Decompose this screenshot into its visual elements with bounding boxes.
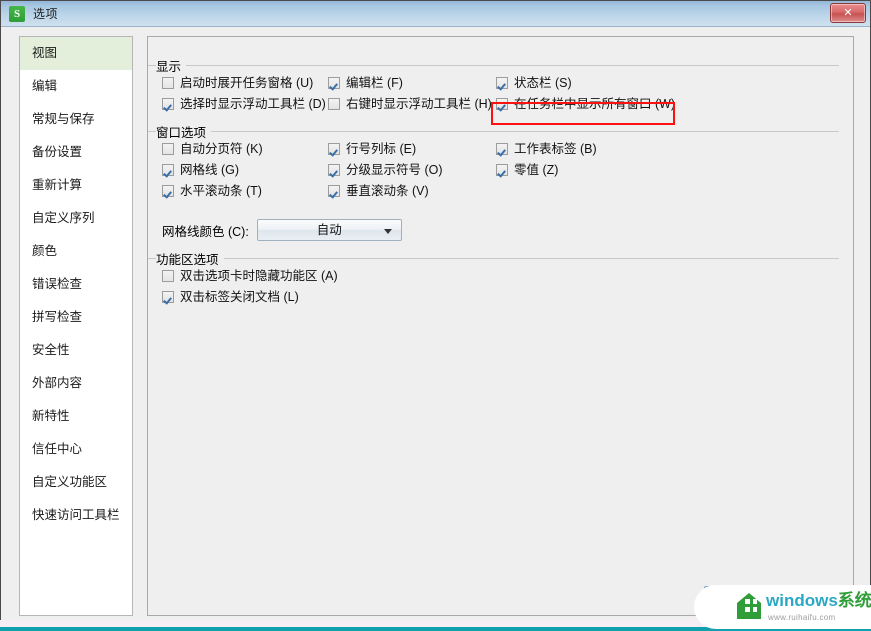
checkbox-row-outline-symbols[interactable]: 分级显示符号 (O) bbox=[328, 163, 443, 177]
sidebar-item[interactable]: 外部内容 bbox=[20, 367, 132, 400]
chevron-down-icon[interactable] bbox=[383, 229, 392, 234]
checkbox-row-sheet-tabs[interactable]: 工作表标签 (B) bbox=[496, 142, 597, 156]
checkbox-box[interactable] bbox=[162, 291, 174, 303]
checkbox-label: 状态栏 (S) bbox=[514, 76, 572, 90]
dialog-content: 视图 编辑 常规与保存 备份设置 重新计算 自定义序列 颜色 错误检查 拼写检查 安全性 外部内容新… bbox=[1, 28, 870, 620]
checkbox-label: 零值 (Z) bbox=[514, 163, 559, 177]
checkbox-row-float-toolbar-on-select[interactable]: 选择时显示浮动工具栏 (D) bbox=[162, 97, 326, 111]
checkbox-label: 双击选项卡时隐藏功能区 (A) bbox=[180, 269, 338, 283]
sidebar-item[interactable]: 编辑 bbox=[20, 70, 132, 103]
checkbox-row-float-toolbar-on-rightclick[interactable]: 右键时显示浮动工具栏 (H) bbox=[328, 97, 492, 111]
checkbox-box[interactable] bbox=[162, 185, 174, 197]
watermark-text: windows系统家园 bbox=[766, 592, 871, 610]
checkbox-box[interactable] bbox=[328, 143, 340, 155]
checkbox-row-row-column-headers[interactable]: 行号列标 (E) bbox=[328, 142, 416, 156]
close-icon[interactable]: ✕ bbox=[830, 3, 866, 23]
checkbox-row-hide-ribbon-on-doubleclick-tab[interactable]: 双击选项卡时隐藏功能区 (A) bbox=[162, 269, 338, 283]
checkbox-row-vertical-scrollbar[interactable]: 垂直滚动条 (V) bbox=[328, 184, 429, 198]
checkbox-row-auto-page-break[interactable]: 自动分页符 (K) bbox=[162, 142, 263, 156]
checkbox-box[interactable] bbox=[496, 77, 508, 89]
checkbox-label: 工作表标签 (B) bbox=[514, 142, 597, 156]
checkbox-label: 右键时显示浮动工具栏 (H) bbox=[346, 97, 492, 111]
sidebar-item[interactable]: 重新计算 bbox=[20, 169, 132, 202]
sidebar-item[interactable]: 拼写检查 bbox=[20, 301, 132, 334]
sidebar-item[interactable]: 自定义序列 bbox=[20, 202, 132, 235]
sidebar-item[interactable]: 错误检查 bbox=[20, 268, 132, 301]
checkbox-row-gridlines[interactable]: 网格线 (G) bbox=[162, 163, 239, 177]
checkbox-label: 垂直滚动条 (V) bbox=[346, 184, 429, 198]
group-title-ribbon-options: 功能区选项 bbox=[156, 249, 224, 268]
gridline-color-row: 网格线颜色 (C): 自动 bbox=[162, 219, 402, 241]
window-titlebar: S 选项 ✕ bbox=[1, 1, 870, 27]
options-dialog-window: S 选项 ✕ 视图 编辑 常规与保存 备份设置 重新计算 自定义序列 颜色 错误检查 拼写检查安… bbox=[0, 0, 871, 620]
checkbox-row-close-doc-on-doubleclick-tab[interactable]: 双击标签关闭文档 (L) bbox=[162, 290, 299, 304]
sidebar-item[interactable]: 信任中心 bbox=[20, 433, 132, 466]
watermark-logo: windows系统家园 www.ruihaifu.com bbox=[690, 583, 871, 631]
annotation-highlight-rect bbox=[491, 102, 675, 125]
checkbox-box[interactable] bbox=[496, 143, 508, 155]
settings-main-panel: 显示 启动时展开任务窗格 (U) 选择时显示浮动工具栏 (D) 编辑栏 (F) … bbox=[147, 36, 854, 616]
checkbox-box[interactable] bbox=[328, 77, 340, 89]
checkbox-row-expand-task-pane[interactable]: 启动时展开任务窗格 (U) bbox=[162, 76, 313, 90]
group-title-display: 显示 bbox=[156, 56, 187, 75]
checkbox-box[interactable] bbox=[162, 143, 174, 155]
gridline-color-value: 自动 bbox=[316, 223, 342, 237]
checkbox-row-horizontal-scrollbar[interactable]: 水平滚动条 (T) bbox=[162, 184, 262, 198]
checkbox-label: 编辑栏 (F) bbox=[346, 76, 403, 90]
sidebar-item[interactable]: 备份设置 bbox=[20, 136, 132, 169]
checkbox-box[interactable] bbox=[328, 98, 340, 110]
settings-category-sidebar[interactable]: 视图 编辑 常规与保存 备份设置 重新计算 自定义序列 颜色 错误检查 拼写检查 安全性 外部内容新… bbox=[19, 36, 133, 616]
wps-spreadsheet-icon: S bbox=[9, 5, 25, 22]
sidebar-item[interactable]: 新特性 bbox=[20, 400, 132, 433]
sidebar-item[interactable]: 视图 bbox=[20, 37, 132, 70]
watermark-text-secondary: 系统家园 bbox=[837, 591, 871, 610]
checkbox-label: 行号列标 (E) bbox=[346, 142, 417, 156]
sidebar-item[interactable]: 常规与保存 bbox=[20, 103, 132, 136]
checkbox-label: 水平滚动条 (T) bbox=[180, 184, 262, 198]
group-title-window-options: 窗口选项 bbox=[156, 122, 212, 141]
checkbox-label: 网格线 (G) bbox=[180, 163, 240, 177]
group-divider bbox=[148, 258, 839, 259]
sidebar-item[interactable]: 颜色 bbox=[20, 235, 132, 268]
checkbox-box[interactable] bbox=[162, 270, 174, 282]
gridline-color-label: 网格线颜色 (C): bbox=[162, 224, 249, 239]
watermark-url: www.ruihaifu.com bbox=[768, 613, 836, 622]
checkbox-box[interactable] bbox=[162, 164, 174, 176]
house-icon bbox=[737, 593, 761, 619]
checkbox-label: 分级显示符号 (O) bbox=[346, 163, 443, 177]
checkbox-label: 自动分页符 (K) bbox=[180, 142, 263, 156]
checkbox-row-formula-bar[interactable]: 编辑栏 (F) bbox=[328, 76, 403, 90]
checkbox-row-zero-values[interactable]: 零值 (Z) bbox=[496, 163, 558, 177]
group-divider bbox=[148, 65, 839, 66]
checkbox-label: 双击标签关闭文档 (L) bbox=[180, 290, 299, 304]
checkbox-box[interactable] bbox=[162, 98, 174, 110]
sidebar-item[interactable]: 安全性 bbox=[20, 334, 132, 367]
checkbox-box[interactable] bbox=[328, 185, 340, 197]
group-divider bbox=[148, 131, 839, 132]
sidebar-item[interactable]: 快速访问工具栏 bbox=[20, 499, 132, 532]
checkbox-label: 选择时显示浮动工具栏 (D) bbox=[180, 97, 326, 111]
checkbox-label: 启动时展开任务窗格 (U) bbox=[180, 76, 314, 90]
checkbox-box[interactable] bbox=[496, 164, 508, 176]
watermark-text-primary: windows bbox=[766, 591, 838, 610]
checkbox-box[interactable] bbox=[328, 164, 340, 176]
checkbox-row-status-bar[interactable]: 状态栏 (S) bbox=[496, 76, 572, 90]
sidebar-item[interactable]: 自定义功能区 bbox=[20, 466, 132, 499]
gridline-color-select[interactable]: 自动 bbox=[256, 219, 402, 241]
checkbox-box[interactable] bbox=[162, 77, 174, 89]
window-title: 选项 bbox=[33, 7, 59, 21]
